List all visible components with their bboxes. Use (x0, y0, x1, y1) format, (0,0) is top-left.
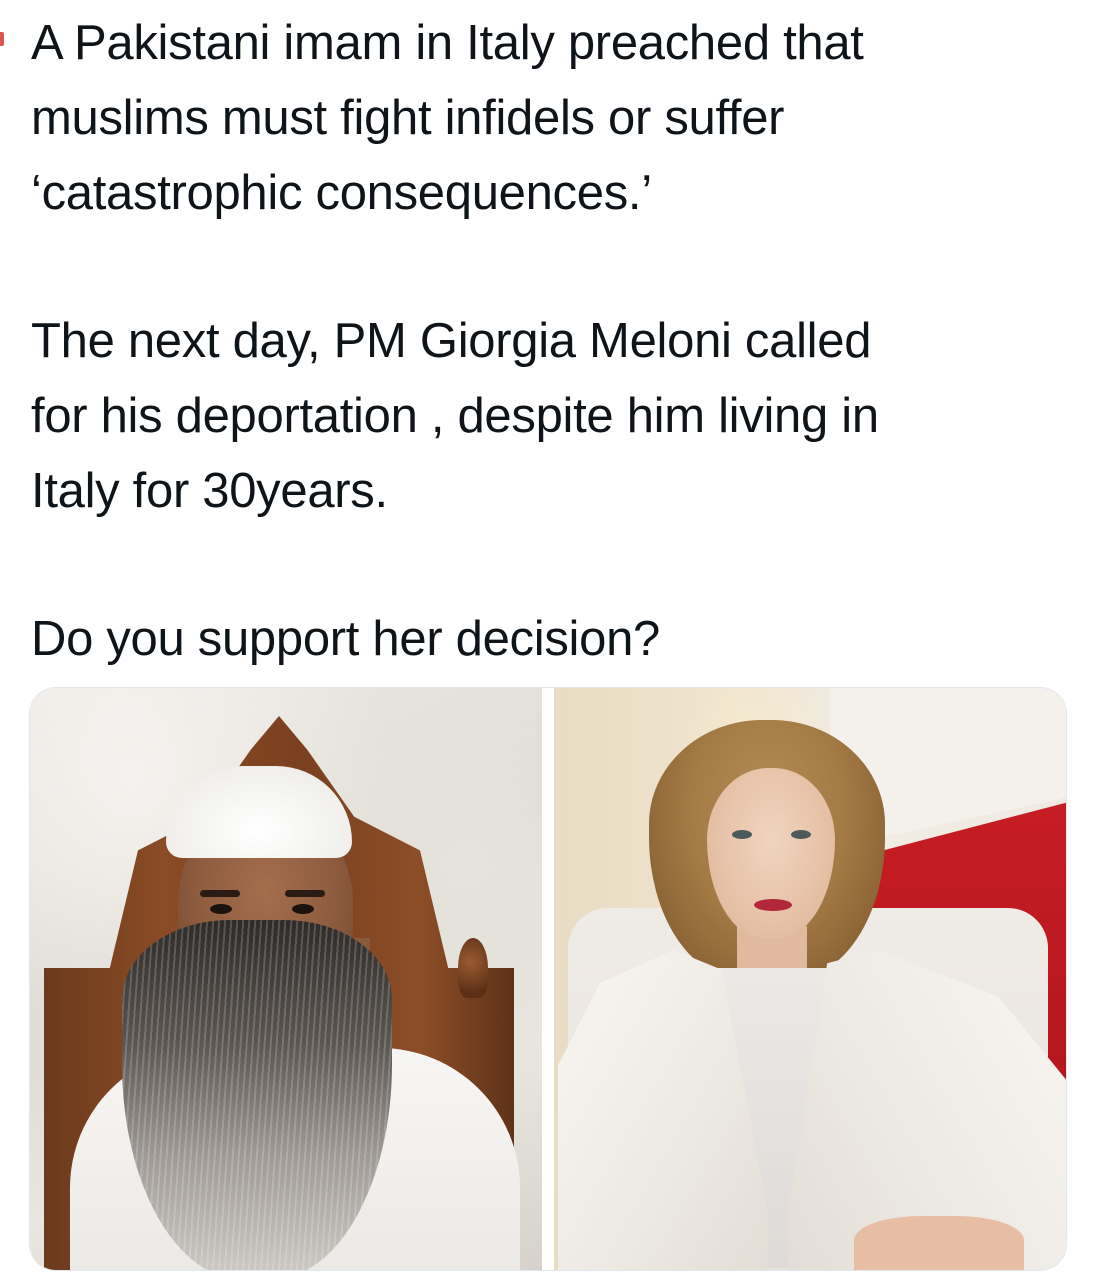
tweet-line: The next day, PM Giorgia Meloni called (31, 314, 872, 368)
long-beard (122, 920, 392, 1270)
tweet-line: ‘catastrophic consequences.’ (31, 166, 652, 220)
meloni-photo[interactable] (554, 688, 1066, 1270)
chair-finial (458, 938, 488, 998)
tweet-line: for his deportation , despite him living… (31, 389, 879, 443)
tweet-line: A Pakistani imam in Italy preached that (31, 16, 864, 70)
tweet-text: A Pakistani imam in Italy preached that … (31, 6, 1071, 677)
eye (732, 830, 752, 839)
eye (791, 830, 811, 839)
tweet-media-grid (30, 688, 1066, 1270)
clasped-hands (854, 1216, 1024, 1270)
eyebrow (200, 890, 240, 897)
eye (292, 904, 314, 914)
face (707, 768, 835, 938)
red-lips (754, 899, 792, 911)
eyebrow (285, 890, 325, 897)
tweet-line: Do you support her decision? (31, 612, 660, 666)
cropped-avatar-edge (0, 32, 4, 46)
tweet-line: muslims must fight infidels or suffer (31, 91, 785, 145)
tweet-paragraph-3: Do you support her decision? (31, 602, 1071, 677)
tweet-paragraph-2: The next day, PM Giorgia Meloni called f… (31, 304, 1071, 529)
imam-photo[interactable] (30, 688, 542, 1270)
eye (210, 904, 232, 914)
tweet-paragraph-1: A Pakistani imam in Italy preached that … (31, 6, 1071, 231)
tweet-line: Italy for 30years. (31, 464, 388, 518)
